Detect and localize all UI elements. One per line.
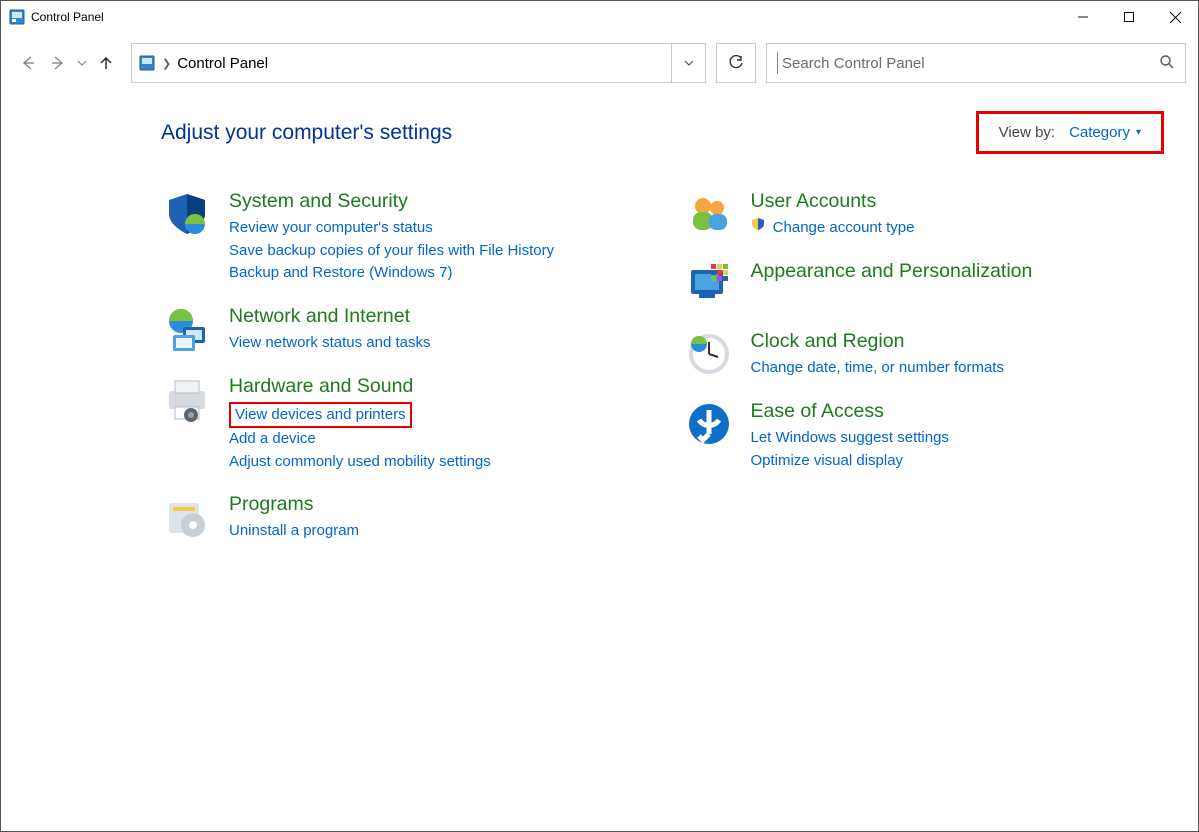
- caret-down-icon: ▾: [1136, 127, 1141, 138]
- printer-icon: [161, 373, 213, 425]
- address-bar[interactable]: ❯ Control Panel: [131, 43, 706, 83]
- link-uninstall-program[interactable]: Uninstall a program: [229, 520, 359, 543]
- category-appearance-and-personalization: Appearance and Personalization: [683, 258, 1165, 310]
- category-title[interactable]: Ease of Access: [751, 400, 949, 423]
- category-system-and-security: System and Security Review your computer…: [161, 188, 643, 285]
- category-title[interactable]: Hardware and Sound: [229, 375, 491, 398]
- content-header: Adjust your computer's settings View by:…: [161, 111, 1164, 154]
- nav-arrows: [13, 43, 121, 83]
- content: Adjust your computer's settings View by:…: [1, 93, 1198, 561]
- category-title[interactable]: System and Security: [229, 190, 554, 213]
- category-user-accounts: User Accounts Change account type: [683, 188, 1165, 240]
- category-title[interactable]: Programs: [229, 493, 359, 516]
- category-title[interactable]: User Accounts: [751, 190, 915, 213]
- view-by-value[interactable]: Category ▾: [1069, 124, 1141, 141]
- recent-dropdown[interactable]: [73, 48, 91, 78]
- link-windows-suggest[interactable]: Let Windows suggest settings: [751, 427, 949, 450]
- clock-icon: [683, 328, 735, 380]
- chevron-right-icon: ❯: [162, 57, 171, 70]
- titlebar: Control Panel: [1, 1, 1198, 33]
- window-controls: [1060, 1, 1198, 33]
- category-clock-and-region: Clock and Region Change date, time, or n…: [683, 328, 1165, 380]
- control-panel-icon: [9, 9, 25, 25]
- network-icon: [161, 303, 213, 355]
- view-by-label: View by:: [999, 124, 1055, 141]
- link-change-account-type[interactable]: Change account type: [751, 217, 915, 240]
- link-network-status[interactable]: View network status and tasks: [229, 332, 431, 355]
- category-hardware-and-sound: Hardware and Sound View devices and prin…: [161, 373, 643, 474]
- category-network-and-internet: Network and Internet View network status…: [161, 303, 643, 355]
- programs-icon: [161, 491, 213, 543]
- link-add-device[interactable]: Add a device: [229, 428, 491, 451]
- category-title[interactable]: Network and Internet: [229, 305, 431, 328]
- category-columns: System and Security Review your computer…: [161, 188, 1164, 561]
- category-programs: Programs Uninstall a program: [161, 491, 643, 543]
- link-review-status[interactable]: Review your computer's status: [229, 217, 554, 240]
- address-dropdown[interactable]: [671, 44, 705, 82]
- appearance-icon: [683, 258, 735, 310]
- link-file-history[interactable]: Save backup copies of your files with Fi…: [229, 240, 554, 263]
- column-right: User Accounts Change account type: [683, 188, 1165, 561]
- titlebar-left: Control Panel: [9, 9, 104, 25]
- view-by-control[interactable]: View by: Category ▾: [976, 111, 1164, 154]
- link-optimize-visual[interactable]: Optimize visual display: [751, 450, 949, 473]
- maximize-button[interactable]: [1106, 1, 1152, 33]
- up-button[interactable]: [91, 48, 121, 78]
- link-devices-printers[interactable]: View devices and printers: [235, 404, 406, 427]
- users-icon: [683, 188, 735, 240]
- minimize-button[interactable]: [1060, 1, 1106, 33]
- column-left: System and Security Review your computer…: [161, 188, 643, 561]
- category-ease-of-access: Ease of Access Let Windows suggest setti…: [683, 398, 1165, 472]
- back-button[interactable]: [13, 48, 43, 78]
- category-title[interactable]: Clock and Region: [751, 330, 1004, 353]
- breadcrumb[interactable]: Control Panel: [177, 55, 268, 72]
- control-panel-crumb-icon: [138, 54, 156, 72]
- toolbar: ❯ Control Panel: [1, 33, 1198, 93]
- page-title: Adjust your computer's settings: [161, 121, 452, 145]
- close-button[interactable]: [1152, 1, 1198, 33]
- category-title[interactable]: Appearance and Personalization: [751, 260, 1033, 283]
- window-title: Control Panel: [31, 10, 104, 24]
- search-icon: [1159, 54, 1175, 73]
- search-input[interactable]: [777, 52, 1159, 74]
- link-mobility-settings[interactable]: Adjust commonly used mobility settings: [229, 451, 491, 474]
- refresh-button[interactable]: [716, 43, 756, 83]
- uac-shield-icon: [751, 218, 769, 235]
- ease-of-access-icon: [683, 398, 735, 450]
- search-box[interactable]: [766, 43, 1186, 83]
- link-date-time-format[interactable]: Change date, time, or number formats: [751, 357, 1004, 380]
- shield-icon: [161, 188, 213, 240]
- link-backup-restore[interactable]: Backup and Restore (Windows 7): [229, 262, 554, 285]
- highlight-devices-printers: View devices and printers: [229, 402, 412, 429]
- forward-button[interactable]: [43, 48, 73, 78]
